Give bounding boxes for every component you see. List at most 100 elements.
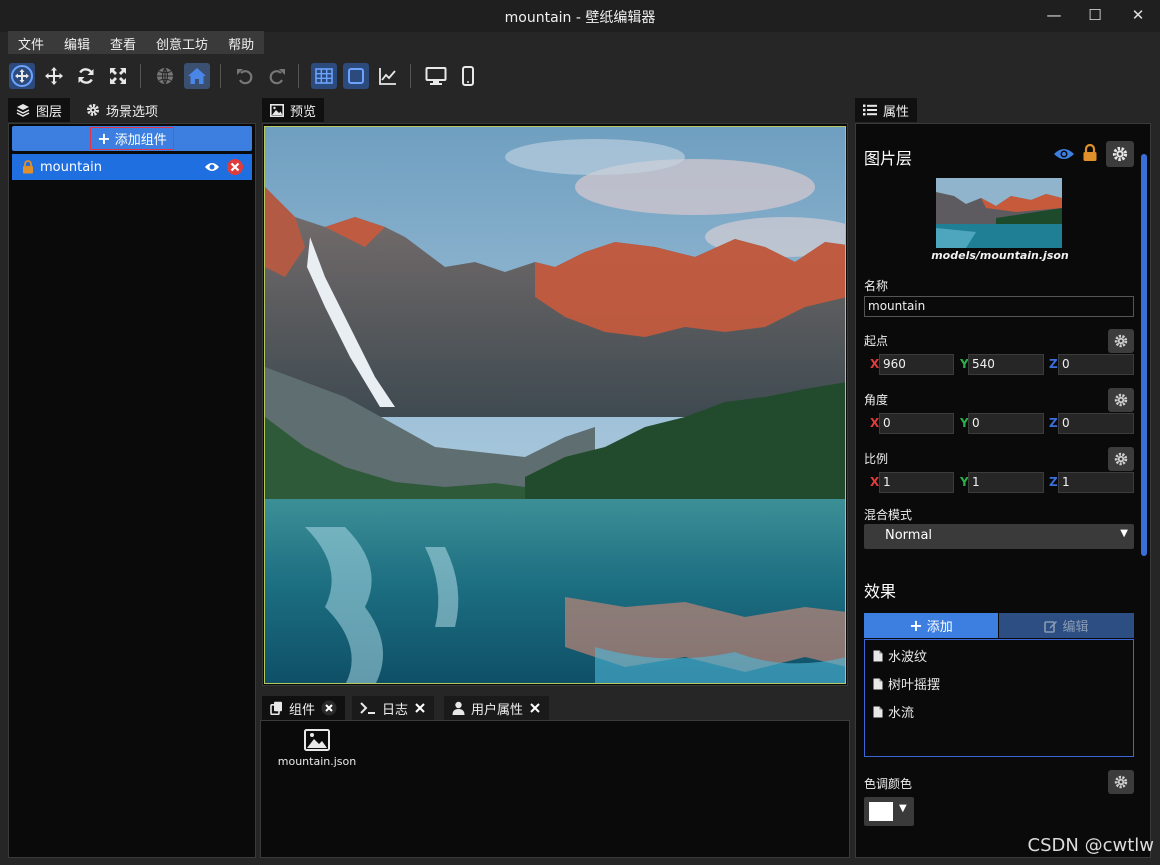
component-file-name: mountain.json — [277, 755, 357, 768]
tab-layers[interactable]: 图层 — [8, 98, 71, 122]
components-panel: mountain.json — [260, 720, 850, 858]
toolbar-divider — [220, 64, 221, 88]
tab-scene-options[interactable]: 场景选项 — [78, 98, 166, 122]
layer-thumbnail — [936, 178, 1062, 248]
tab-log[interactable]: 日志 — [352, 696, 435, 720]
layer-item-mountain[interactable]: mountain — [12, 154, 252, 180]
file-icon — [873, 678, 883, 689]
watermark: CSDN @cwtlw — [1027, 835, 1154, 856]
scale-x-input[interactable]: 1 — [879, 472, 954, 493]
tab-layers-label: 图层 — [36, 104, 63, 120]
undo-icon — [237, 69, 253, 85]
desktop-view-button[interactable] — [423, 63, 449, 89]
menu-view[interactable]: 查看 — [100, 31, 146, 54]
axis-z-label: Z — [1049, 416, 1058, 430]
component-file-item[interactable]: mountain.json — [277, 729, 357, 768]
origin-x-input[interactable]: 960 — [879, 354, 954, 375]
remove-icon[interactable] — [226, 158, 244, 176]
maximize-button[interactable]: ☐ — [1073, 4, 1117, 28]
grid-toggle-button[interactable] — [311, 63, 337, 89]
properties-scrollbar[interactable] — [1141, 154, 1147, 556]
tab-properties[interactable]: 属性 — [855, 98, 918, 122]
close-icon[interactable] — [321, 700, 337, 716]
eye-icon[interactable] — [204, 160, 220, 174]
translate-button[interactable] — [41, 63, 67, 89]
tab-scene-options-label: 场景选项 — [106, 104, 159, 120]
gear-icon — [87, 104, 99, 116]
image-file-icon — [304, 729, 330, 751]
home-button[interactable] — [184, 63, 210, 89]
axis-x-label: X — [870, 357, 880, 371]
angle-y-input[interactable]: 0 — [968, 413, 1044, 434]
edit-icon — [1044, 620, 1058, 633]
tint-settings-button[interactable] — [1108, 770, 1134, 794]
origin-y-input[interactable]: 540 — [968, 354, 1044, 375]
angle-z-input[interactable]: 0 — [1058, 413, 1134, 434]
tab-preview-label: 预览 — [290, 104, 317, 120]
chevron-down-icon: ▼ — [899, 803, 907, 814]
effect-name: 水流 — [888, 706, 915, 721]
tab-preview[interactable]: 预览 — [262, 98, 325, 122]
angle-settings-button[interactable] — [1108, 388, 1134, 412]
copy-icon — [270, 701, 282, 715]
scale-settings-button[interactable] — [1108, 447, 1134, 471]
undo-button[interactable] — [232, 63, 258, 89]
menu-edit[interactable]: 编辑 — [54, 31, 100, 54]
effect-item[interactable]: 水流 — [873, 702, 914, 721]
menu-workshop[interactable]: 创意工坊 — [146, 31, 218, 54]
effect-item[interactable]: 树叶摇摆 — [873, 674, 940, 693]
layers-icon — [16, 104, 30, 117]
effects-list: 水波纹 树叶摇摆 水流 — [864, 639, 1134, 757]
tint-color-picker[interactable]: ▼ — [864, 797, 914, 826]
scale-button[interactable] — [105, 63, 131, 89]
angle-x-input[interactable]: 0 — [879, 413, 954, 434]
close-icon[interactable] — [529, 702, 541, 714]
tab-user-properties[interactable]: 用户属性 — [444, 696, 550, 720]
tab-components-label: 组件 — [289, 702, 316, 718]
name-input[interactable]: mountain — [864, 296, 1134, 317]
menu-file[interactable]: 文件 — [8, 31, 54, 54]
title-bar: mountain - 壁纸编辑器 — ☐ ✕ — [0, 0, 1160, 32]
redo-button[interactable] — [264, 63, 290, 89]
mountain-lake-image — [265, 127, 845, 683]
image-icon — [270, 103, 284, 117]
move-gizmo-button[interactable] — [9, 63, 35, 89]
edit-effect-button[interactable]: 编辑 — [999, 613, 1134, 638]
plus-icon: + — [97, 128, 111, 148]
visibility-eye-icon[interactable] — [1053, 146, 1075, 162]
plus-icon: + — [909, 615, 923, 635]
scale-z-input[interactable]: 1 — [1058, 472, 1134, 493]
blend-mode-select[interactable]: Normal ▼ — [864, 524, 1134, 549]
gear-icon — [1114, 334, 1128, 348]
gear-icon — [1114, 393, 1128, 407]
add-component-button[interactable]: + 添加组件 — [12, 126, 252, 151]
expand-icon — [110, 68, 126, 84]
model-path: models/mountain.json — [931, 249, 1069, 262]
wallpaper-preview-image[interactable] — [264, 126, 846, 684]
global-space-button[interactable] — [152, 63, 178, 89]
close-button[interactable]: ✕ — [1116, 4, 1160, 28]
tab-components[interactable]: 组件 — [262, 696, 346, 720]
performance-button[interactable] — [375, 63, 401, 89]
effect-item[interactable]: 水波纹 — [873, 646, 927, 665]
file-icon — [873, 650, 883, 661]
origin-z-input[interactable]: 0 — [1058, 354, 1134, 375]
lock-icon[interactable] — [1082, 144, 1098, 162]
mobile-view-button[interactable] — [455, 63, 481, 89]
bounds-toggle-button[interactable] — [343, 63, 369, 89]
tab-log-label: 日志 — [382, 702, 409, 718]
add-effect-button[interactable]: + 添加 — [864, 613, 998, 638]
scale-y-input[interactable]: 1 — [968, 472, 1044, 493]
close-icon[interactable] — [414, 702, 426, 714]
axis-z-label: Z — [1049, 357, 1058, 371]
minimize-button[interactable]: — — [1032, 4, 1076, 28]
origin-settings-button[interactable] — [1108, 329, 1134, 353]
effects-heading: 效果 — [864, 582, 897, 601]
menu-help[interactable]: 帮助 — [218, 31, 264, 54]
add-effect-label: 添加 — [926, 620, 953, 635]
home-icon — [188, 68, 206, 84]
axis-x-label: X — [870, 475, 880, 489]
rotate-button[interactable] — [73, 63, 99, 89]
tint-color-label: 色调颜色 — [864, 777, 913, 791]
layer-settings-button[interactable] — [1106, 141, 1134, 167]
